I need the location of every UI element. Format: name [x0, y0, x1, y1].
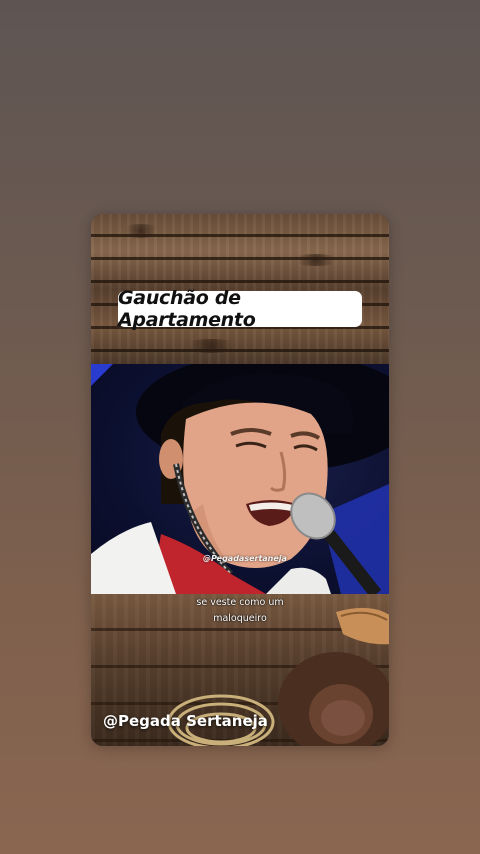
channel-watermark: @Pegada Sertaneja: [103, 712, 268, 730]
video-title: Gauchão de Apartamento: [118, 287, 256, 331]
subtitle-line-1: se veste como um: [196, 597, 284, 608]
wood-header-background: Gauchão de Apartamento: [91, 214, 389, 364]
title-banner: Gauchão de Apartamento: [118, 287, 362, 331]
video-post-card[interactable]: Gauchão de Apartamento @Pegadasertaneja …: [91, 214, 389, 746]
video-frame[interactable]: @Pegadasertaneja: [91, 364, 389, 594]
subtitle-line-2: maloqueiro: [213, 613, 267, 624]
cowboy-hat-icon: [278, 652, 389, 746]
video-subtitle: se veste como um maloqueiro: [91, 595, 389, 627]
video-watermark: @Pegadasertaneja: [203, 554, 287, 563]
